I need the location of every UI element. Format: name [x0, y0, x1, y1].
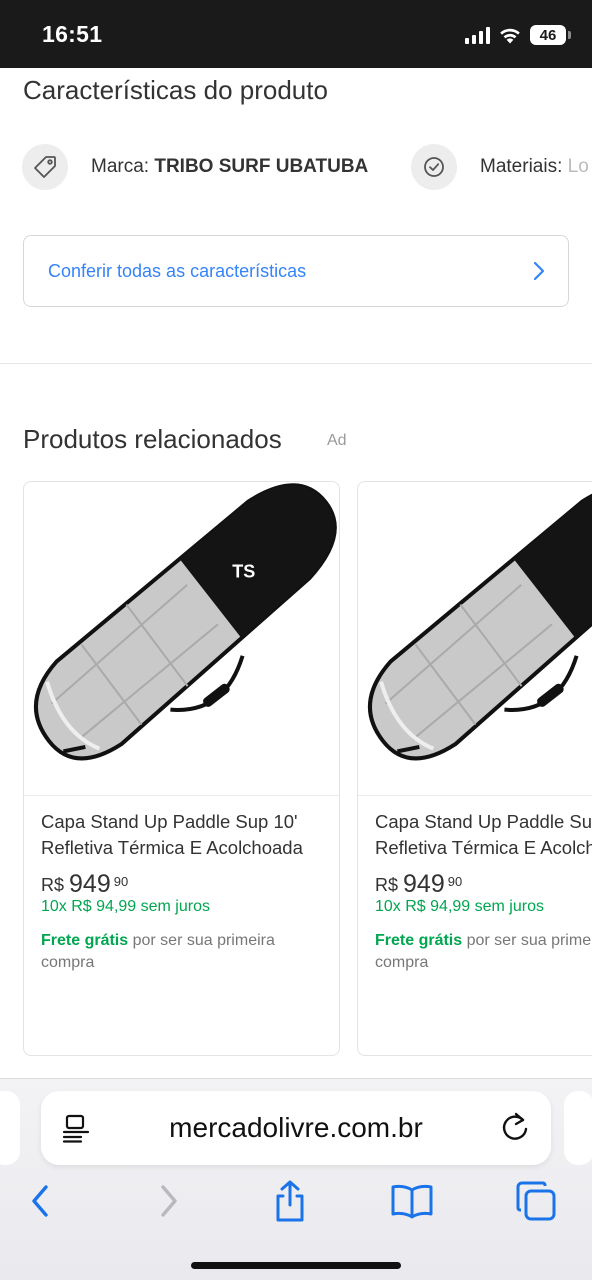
characteristic-value: TRIBO SURF UBATUBA	[154, 156, 369, 177]
browser-toolbar: mercadolivre.com.br	[0, 1078, 592, 1280]
price-integer: 949	[69, 870, 111, 898]
characteristics-title: Características do produto	[23, 75, 328, 105]
reload-icon[interactable]	[501, 1111, 531, 1143]
see-all-characteristics-label: Conferir todas as características	[48, 260, 307, 281]
battery-icon: 46	[530, 25, 571, 45]
characteristic-value: Lo	[567, 156, 589, 177]
price-integer: 949	[403, 870, 445, 898]
price-cents: 90	[447, 874, 463, 889]
section-divider	[0, 363, 592, 364]
related-products-title: Produtos relacionados	[23, 424, 282, 454]
tabs-button[interactable]	[514, 1179, 558, 1223]
status-time: 16:51	[42, 21, 103, 47]
free-shipping-label: Frete grátis	[41, 932, 129, 949]
product-name-line: Refletiva Térmica E Acolchoada	[375, 837, 592, 858]
product-name-line: Refletiva Térmica E Acolchoada	[41, 837, 303, 858]
status-bar: 16:51 46	[0, 0, 592, 68]
url-text: mercadolivre.com.br	[169, 1112, 423, 1143]
characteristic-brand: Marca: TRIBO SURF UBATUBA	[91, 156, 368, 178]
product-name[interactable]: Capa Stand Up Paddle Sup 10' Refletiva T…	[375, 809, 592, 861]
back-button[interactable]	[18, 1179, 62, 1223]
characteristic-label: Marca:	[91, 156, 155, 177]
tabs-icon	[516, 1181, 556, 1221]
address-bar[interactable]: mercadolivre.com.br	[41, 1091, 551, 1165]
chevron-left-icon	[32, 1185, 48, 1217]
product-price: R$ 949 90	[375, 870, 462, 899]
installments-text: 10x R$ 94,99 sem juros	[41, 898, 210, 915]
forward-button[interactable]	[147, 1179, 191, 1223]
share-button[interactable]	[268, 1179, 312, 1223]
shipping-text: Frete grátis por ser sua primeira compra	[41, 930, 321, 974]
ad-badge: Ad	[327, 432, 347, 449]
home-indicator[interactable]	[191, 1262, 401, 1269]
book-icon	[391, 1184, 433, 1219]
characteristic-label: Materiais:	[480, 156, 568, 177]
page-menu-icon[interactable]	[61, 1113, 91, 1143]
product-card[interactable]: TS Capa Stand Up Paddle Sup 10' Refletiv…	[23, 481, 340, 1056]
characteristic-materials: Materiais: Lo	[480, 156, 589, 178]
free-shipping-label: Frete grátis	[375, 932, 463, 949]
tag-icon	[22, 144, 68, 190]
previous-tab-preview[interactable]	[0, 1091, 20, 1165]
next-tab-preview[interactable]	[564, 1091, 592, 1165]
chevron-right-icon	[533, 261, 545, 281]
see-all-characteristics-button[interactable]: Conferir todas as características	[23, 235, 569, 307]
characteristics-row: Marca: TRIBO SURF UBATUBA Materiais: Lo	[0, 140, 592, 196]
product-name-line: Capa Stand Up Paddle Sup 10'	[375, 811, 592, 832]
share-icon	[276, 1180, 304, 1222]
price-cents: 90	[113, 874, 129, 889]
cellular-signal-icon	[465, 26, 490, 44]
product-image[interactable]	[358, 482, 592, 796]
product-image[interactable]: TS	[24, 482, 339, 796]
product-price: R$ 949 90	[41, 870, 128, 899]
chevron-right-icon	[161, 1185, 177, 1217]
product-card[interactable]: Capa Stand Up Paddle Sup 10' Refletiva T…	[357, 481, 592, 1056]
bookmarks-button[interactable]	[390, 1179, 434, 1223]
product-name-line: Capa Stand Up Paddle Sup 10'	[41, 811, 298, 832]
product-name[interactable]: Capa Stand Up Paddle Sup 10' Refletiva T…	[41, 809, 331, 861]
status-icons: 46	[465, 24, 571, 46]
installments-text: 10x R$ 94,99 sem juros	[375, 898, 544, 915]
svg-text:TS: TS	[232, 562, 255, 582]
browser-nav-row	[0, 1179, 592, 1223]
price-currency: R$	[375, 875, 399, 895]
wifi-icon	[500, 28, 520, 44]
price-currency: R$	[41, 875, 65, 895]
shipping-text: Frete grátis por ser sua primeira compra	[375, 930, 592, 974]
related-products-carousel[interactable]: TS Capa Stand Up Paddle Sup 10' Refletiv…	[0, 470, 592, 1070]
check-circle-icon	[411, 144, 457, 190]
